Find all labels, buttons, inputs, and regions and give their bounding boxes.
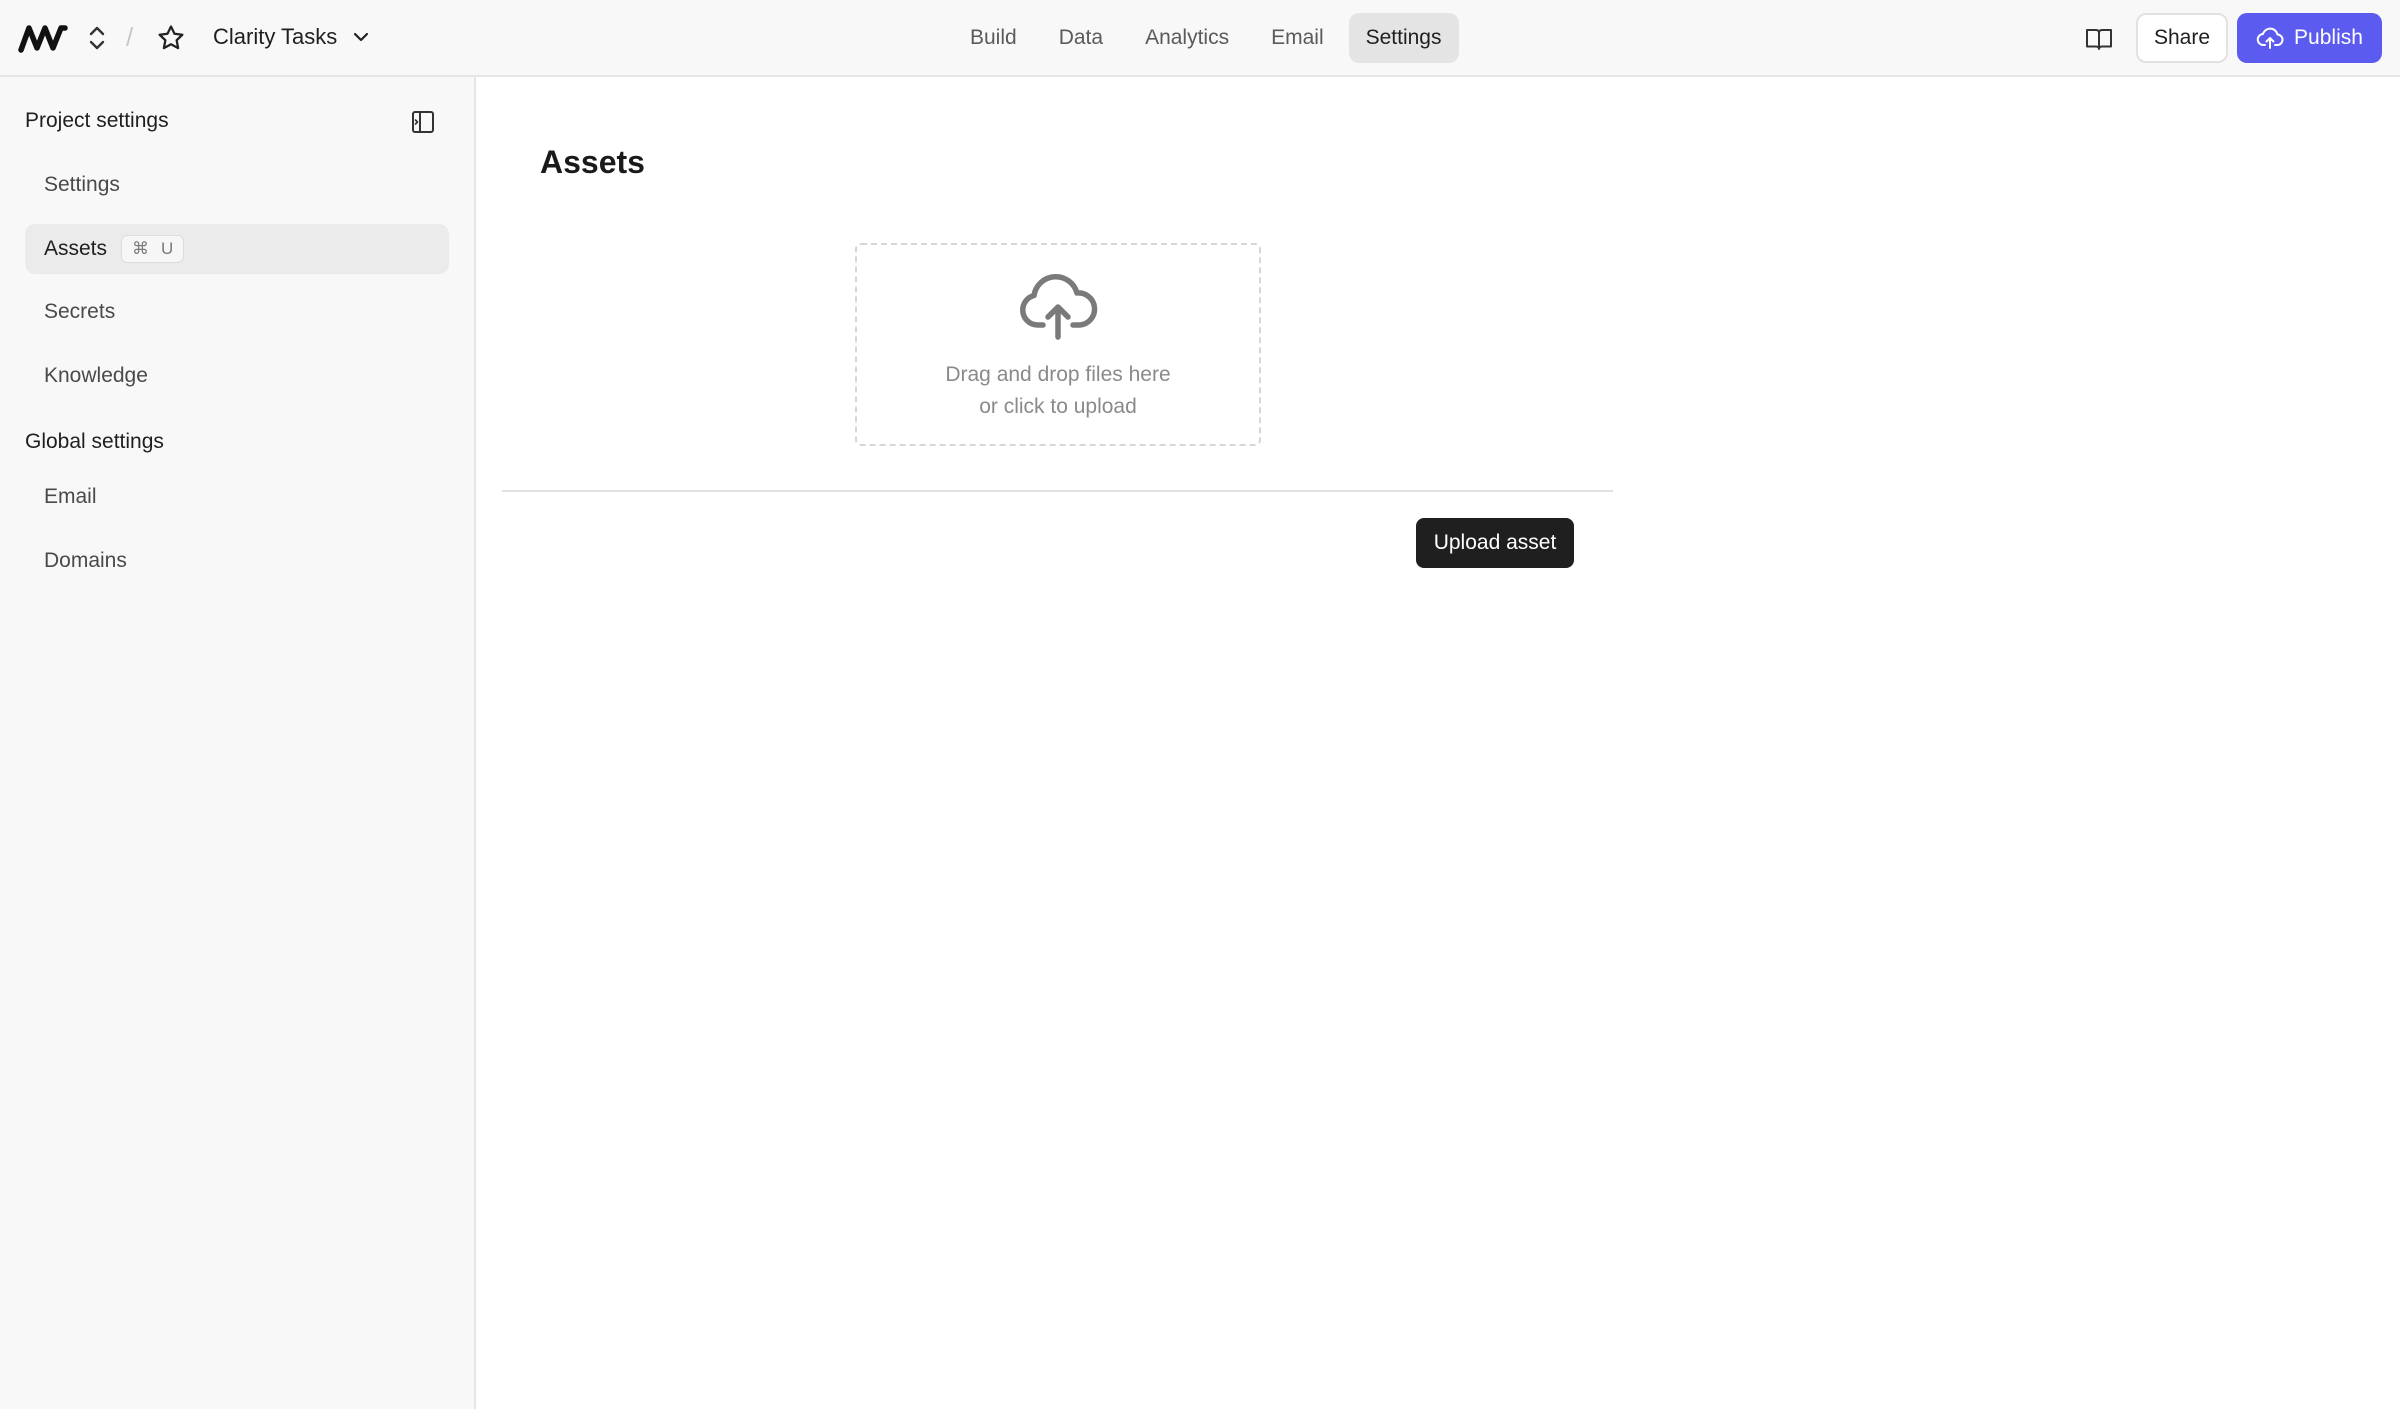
shortcut-key: U	[161, 239, 174, 258]
cloud-upload-icon	[2256, 27, 2284, 49]
sidebar-item-email[interactable]: Email	[25, 472, 449, 522]
keyboard-shortcut: ⌘ U	[121, 235, 185, 263]
command-key-icon: ⌘	[132, 239, 150, 258]
publish-label: Publish	[2294, 26, 2363, 49]
book-icon[interactable]	[2084, 24, 2114, 54]
sidebar-item-label: Secrets	[44, 300, 116, 323]
sidebar-item-label: Assets	[44, 237, 108, 260]
sidebar-item-secrets[interactable]: Secrets	[25, 287, 449, 337]
project-settings-heading: Project settings	[25, 109, 169, 132]
tab-email[interactable]: Email	[1254, 13, 1341, 63]
tab-build[interactable]: Build	[953, 13, 1034, 63]
main-nav: Build Data Analytics Email Settings	[953, 13, 1459, 63]
sidebar-item-label: Domains	[44, 549, 127, 572]
dropzone-instruction: Drag and drop files here	[945, 363, 1171, 386]
sidebar-collapse-icon[interactable]	[410, 109, 436, 135]
share-button[interactable]: Share	[2136, 13, 2228, 63]
star-icon[interactable]	[156, 23, 186, 53]
divider	[502, 490, 1613, 492]
upload-dropzone[interactable]: Drag and drop files here or click to upl…	[855, 243, 1261, 446]
global-settings-heading: Global settings	[25, 430, 164, 453]
breadcrumb-separator: /	[126, 22, 134, 52]
project-selector[interactable]: Clarity Tasks	[213, 24, 371, 50]
sidebar-item-label: Settings	[44, 173, 120, 196]
sidebar-item-settings[interactable]: Settings	[25, 160, 449, 210]
sidebar-item-label: Knowledge	[44, 364, 148, 387]
sidebar-item-label: Email	[44, 485, 97, 508]
project-name: Clarity Tasks	[213, 24, 338, 49]
top-bar: / Clarity Tasks Build Data Analytics Ema…	[0, 0, 2400, 77]
tab-analytics[interactable]: Analytics	[1128, 13, 1246, 63]
brand-logo[interactable]	[18, 20, 68, 56]
dropzone-subinstruction: or click to upload	[979, 395, 1137, 418]
upload-asset-button[interactable]: Upload asset	[1416, 518, 1574, 568]
settings-sidebar: Project settings Settings Assets ⌘ U Sec…	[0, 77, 476, 1409]
sidebar-item-knowledge[interactable]: Knowledge	[25, 351, 449, 401]
chevron-down-icon	[354, 32, 369, 42]
tab-data[interactable]: Data	[1042, 13, 1120, 63]
cloud-upload-icon	[1020, 274, 1098, 340]
tab-settings[interactable]: Settings	[1348, 13, 1459, 63]
publish-button[interactable]: Publish	[2237, 13, 2382, 63]
sidebar-item-domains[interactable]: Domains	[25, 536, 449, 586]
page-title: Assets	[540, 144, 645, 180]
chevron-up-down-icon[interactable]	[86, 22, 108, 54]
sidebar-item-assets[interactable]: Assets ⌘ U	[25, 224, 449, 274]
